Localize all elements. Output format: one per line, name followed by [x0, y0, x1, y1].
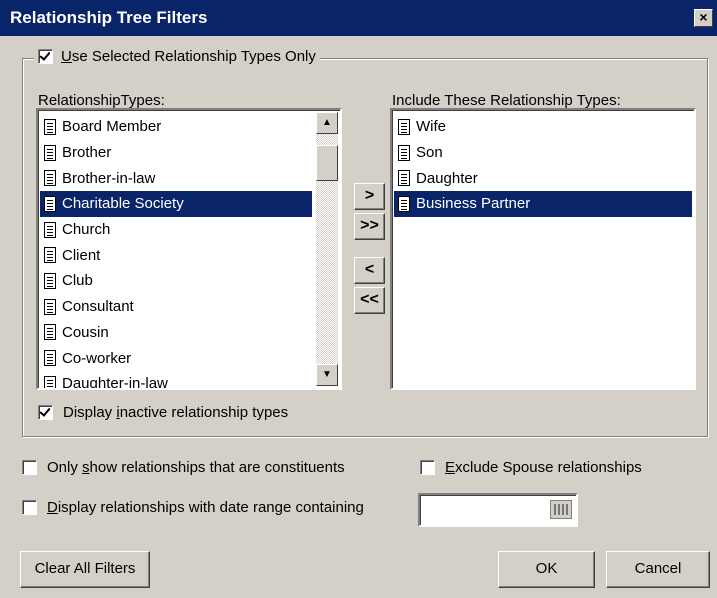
document-icon [398, 144, 410, 161]
use-selected-types-checkbox[interactable] [38, 49, 53, 64]
list-item[interactable]: Church [40, 217, 312, 243]
only-constituents-checkbox[interactable] [22, 460, 37, 475]
list-item[interactable]: Consultant [40, 294, 312, 320]
document-icon [44, 350, 56, 367]
relationship-types-scrollbar[interactable]: ▲ ▼ [316, 112, 338, 386]
list-item[interactable]: Wife [394, 114, 692, 140]
list-item-label: Board Member [62, 118, 162, 136]
document-icon [44, 324, 56, 341]
list-item-label: Business Partner [416, 195, 531, 213]
scroll-thumb[interactable] [316, 145, 338, 181]
list-item[interactable]: Daughter-in-law [40, 371, 312, 390]
document-icon [398, 118, 410, 135]
date-range-field[interactable] [418, 493, 578, 527]
include-types-label: Include These Relationship Types: [392, 92, 621, 109]
relationship-types-label: RelationshipTypes: [38, 92, 165, 109]
add-all-button[interactable]: >> [354, 213, 385, 240]
document-icon [44, 170, 56, 187]
remove-selected-button[interactable]: < [354, 257, 385, 284]
document-icon [398, 170, 410, 187]
relationship-types-items: Board Member Brother Brother-in-law Charita… [40, 114, 312, 390]
arrow-down-icon: ▼ [322, 369, 332, 380]
ok-button[interactable]: OK [498, 551, 595, 588]
list-item-label: Client [62, 246, 101, 264]
include-types-items: Wife Son Daughter Business Partner [394, 114, 692, 217]
title-bar: Relationship Tree Filters × [0, 0, 717, 36]
list-item[interactable]: Daughter [394, 165, 692, 191]
add-selected-button[interactable]: > [354, 183, 385, 210]
list-item[interactable]: Charitable Society [40, 191, 312, 217]
exclude-spouse-checkbox[interactable] [420, 460, 435, 475]
list-item[interactable]: Co-worker [40, 345, 312, 371]
document-icon [44, 195, 56, 212]
clear-all-filters-button[interactable]: Clear All Filters [20, 551, 150, 588]
list-item-label: Brother-in-law [62, 169, 156, 187]
list-item-label: Cousin [62, 323, 109, 341]
list-item-label: Brother [62, 144, 112, 162]
exclude-spouse-label: Exclude Spouse relationships [445, 459, 642, 476]
list-item-label: Wife [416, 118, 446, 136]
date-range-checkbox[interactable] [22, 500, 37, 515]
document-icon [44, 118, 56, 135]
list-item-label: Daughter-in-law [62, 375, 168, 390]
remove-all-button[interactable]: << [354, 287, 385, 314]
list-item[interactable]: Board Member [40, 114, 312, 140]
only-constituents-label: Only show relationships that are constit… [47, 459, 345, 476]
include-types-list[interactable]: Wife Son Daughter Business Partner [390, 108, 696, 390]
list-item-label: Co-worker [62, 349, 132, 367]
display-inactive-checkbox[interactable] [38, 405, 53, 420]
list-item[interactable]: Club [40, 268, 312, 294]
list-item[interactable]: Cousin [40, 320, 312, 346]
calendar-icon[interactable] [550, 500, 572, 519]
list-item[interactable]: Brother-in-law [40, 165, 312, 191]
list-item-label: Club [62, 272, 93, 290]
document-icon [44, 247, 56, 264]
list-item[interactable]: Brother [40, 140, 312, 166]
list-item-label: Charitable Society [62, 195, 184, 213]
close-icon: × [699, 9, 708, 25]
arrow-up-icon: ▲ [322, 117, 332, 128]
cancel-button[interactable]: Cancel [606, 551, 710, 588]
use-selected-types-label: Use Selected Relationship Types Only [61, 48, 316, 65]
list-item[interactable]: Son [394, 140, 692, 166]
only-constituents-row[interactable]: Only show relationships that are constit… [22, 459, 345, 476]
display-inactive-row[interactable]: Display inactive relationship types [38, 404, 288, 421]
list-item-label: Church [62, 221, 111, 239]
window-title: Relationship Tree Filters [10, 8, 208, 27]
document-icon [44, 272, 56, 289]
list-item[interactable]: Business Partner [394, 191, 692, 217]
list-item-label: Daughter [416, 169, 478, 187]
exclude-spouse-row[interactable]: Exclude Spouse relationships [420, 459, 642, 476]
document-icon [44, 298, 56, 315]
scroll-up-button[interactable]: ▲ [316, 112, 338, 134]
document-icon [44, 221, 56, 238]
document-icon [44, 375, 56, 388]
relationship-types-list[interactable]: Board Member Brother Brother-in-law Charita… [36, 108, 342, 390]
document-icon [398, 195, 410, 212]
list-item-label: Consultant [62, 298, 134, 316]
display-inactive-label: Display inactive relationship types [63, 404, 289, 421]
list-item-label: Son [416, 144, 443, 162]
close-button[interactable]: × [694, 9, 713, 27]
use-selected-types-checkbox-row[interactable]: Use Selected Relationship Types Only [34, 48, 320, 65]
date-range-label: Display relationships with date range co… [47, 499, 364, 516]
scroll-down-button[interactable]: ▼ [316, 364, 338, 386]
date-range-row[interactable]: Display relationships with date range co… [22, 499, 364, 516]
list-item[interactable]: Client [40, 242, 312, 268]
document-icon [44, 144, 56, 161]
